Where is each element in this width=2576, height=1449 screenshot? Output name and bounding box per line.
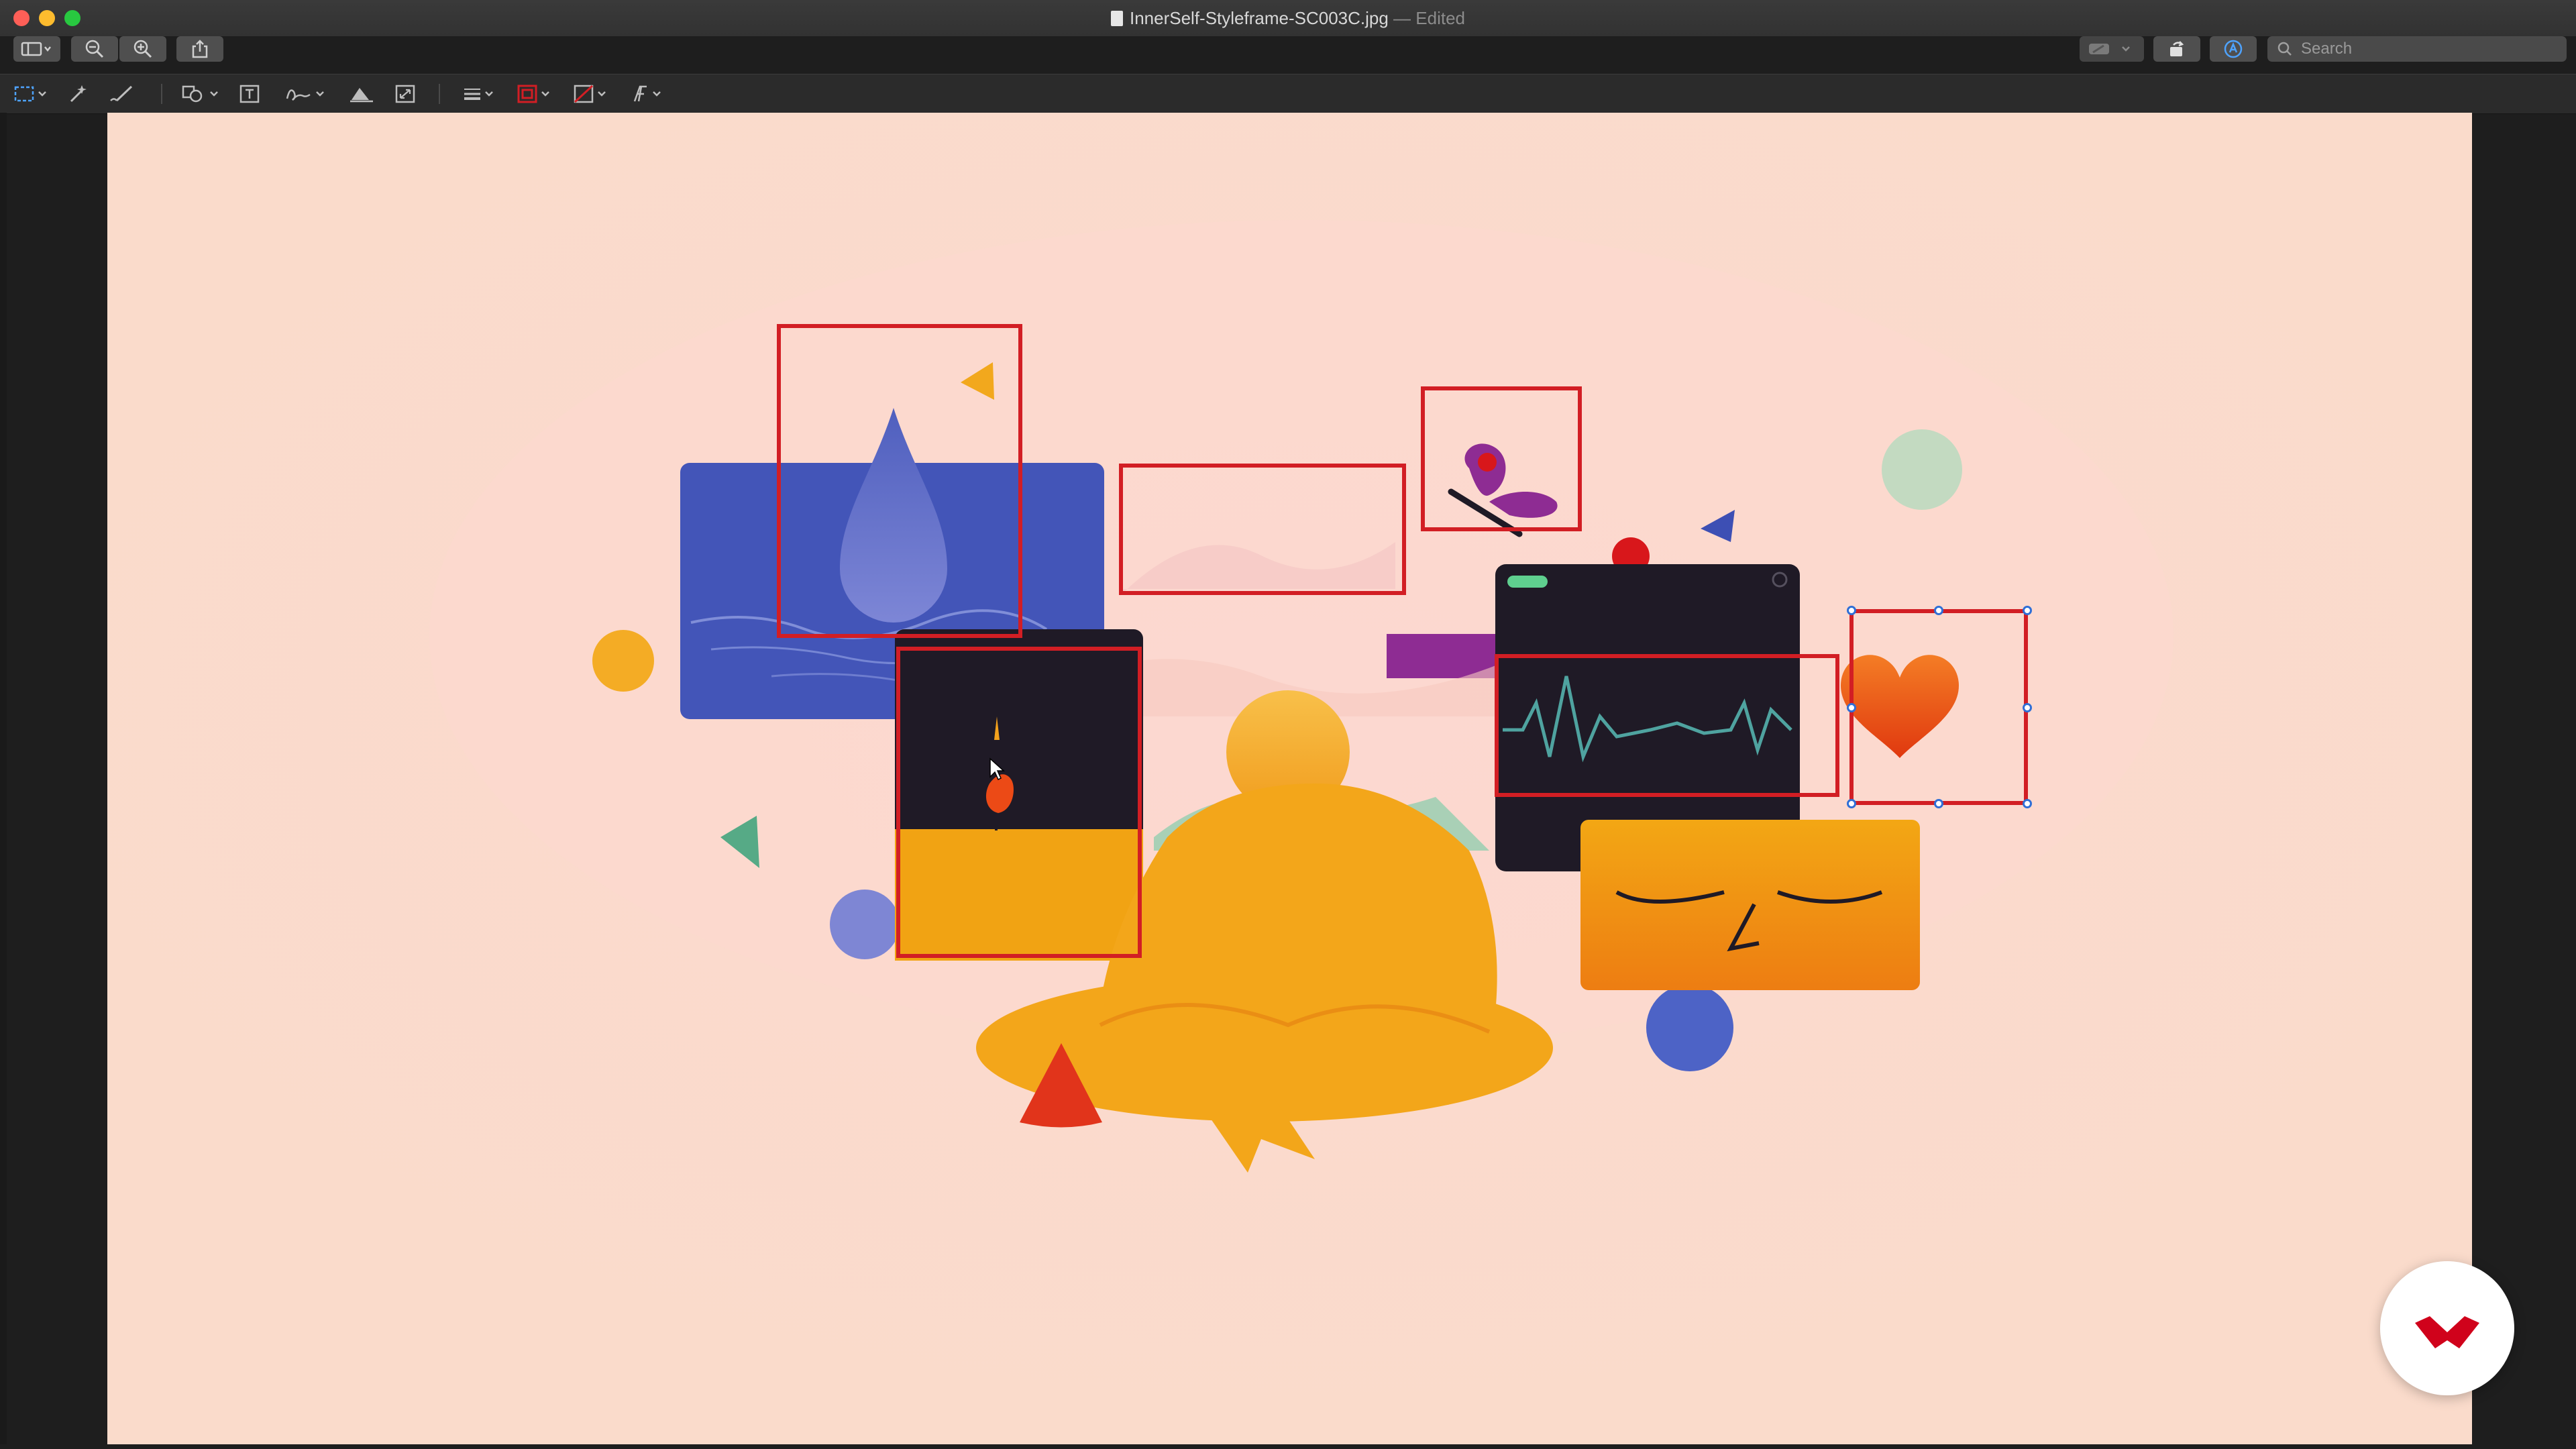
annotation-rect-candle[interactable] [896,647,1142,958]
search-icon [2277,42,2292,56]
window-title: InnerSelf-Styleframe-SC003C.jpg — Edited [0,8,2576,28]
sidebar-toggle-button[interactable] [13,36,60,62]
fill-color-icon [574,85,606,103]
rotate-button[interactable] [2153,36,2200,62]
shape-style-icon [464,89,493,100]
adjust-size-icon [395,85,415,103]
sign-icon [286,89,324,101]
zoom-in-icon [133,40,152,58]
document-icon [1110,11,1123,26]
markup-toolbar [0,74,2576,114]
sketch-icon [110,85,133,102]
window-left-edge [0,113,7,1444]
zoom-out-button[interactable] [71,36,118,62]
rect-selection-icon [14,86,46,102]
resize-handle-bottom-right[interactable] [2023,799,2032,808]
shapes-tool[interactable] [181,84,225,104]
adjust-color-tool[interactable] [349,84,374,104]
title-separator: — [1393,8,1411,28]
resize-handle-left[interactable] [1847,703,1856,712]
rect-selection-tool[interactable] [13,84,51,104]
resize-handle-bottom-left[interactable] [1847,799,1856,808]
share-button[interactable] [176,36,223,62]
adjust-size-tool[interactable] [394,84,416,104]
watermark-badge [2380,1261,2514,1395]
zoom-out-icon [85,40,104,58]
zoom-in-button[interactable] [119,36,166,62]
window-titlebar: InnerSelf-Styleframe-SC003C.jpg — Edited [0,0,2576,36]
sketch-tool[interactable] [109,84,136,104]
adjust-color-icon [350,88,373,103]
toolbar-separator [161,84,162,104]
shape-style-tool[interactable] [462,84,499,104]
annotation-rect-butterfly[interactable] [1421,386,1582,531]
instant-alpha-tool[interactable] [66,84,89,104]
resize-handle-top[interactable] [1934,606,1943,615]
edited-status: Edited [1415,8,1466,28]
toolbar-separator [439,84,440,104]
sidebar-toggle-icon [21,42,51,56]
share-icon [192,40,208,58]
text-tool[interactable] [239,84,260,104]
border-color-icon [517,85,549,103]
annotation-rect-heart-selected[interactable] [1849,609,2028,805]
annotation-rect-heartbeat[interactable] [1495,654,1839,797]
styleframe-artwork [107,113,2472,1444]
text-style-tool[interactable] [631,84,668,104]
highlight-button[interactable] [2080,36,2144,62]
markup-icon [2224,40,2243,58]
text-icon [239,85,260,103]
search-field[interactable]: Search [2267,36,2567,62]
instant-alpha-icon [70,85,87,103]
rotate-icon [2170,41,2184,56]
search-placeholder: Search [2301,40,2353,58]
fill-color-tool[interactable] [573,84,612,104]
highlight-pen-icon [2089,44,2130,54]
shapes-icon [182,85,218,103]
resize-handle-top-left[interactable] [1847,606,1856,615]
resize-handle-top-right[interactable] [2023,606,2032,615]
resize-handle-bottom[interactable] [1934,799,1943,808]
window-title-text: InnerSelf-Styleframe-SC003C.jpg [1129,8,1389,28]
sign-tool[interactable] [284,84,330,104]
border-color-tool[interactable] [517,84,555,104]
domestika-logo-icon [2415,1316,2479,1348]
annotation-rect-water-drop[interactable] [777,324,1022,638]
resize-handle-right[interactable] [2023,703,2032,712]
image-canvas[interactable] [107,113,2472,1444]
annotation-rect-landscape[interactable] [1119,464,1406,595]
text-style-icon [633,85,661,102]
markup-button[interactable] [2210,36,2257,62]
